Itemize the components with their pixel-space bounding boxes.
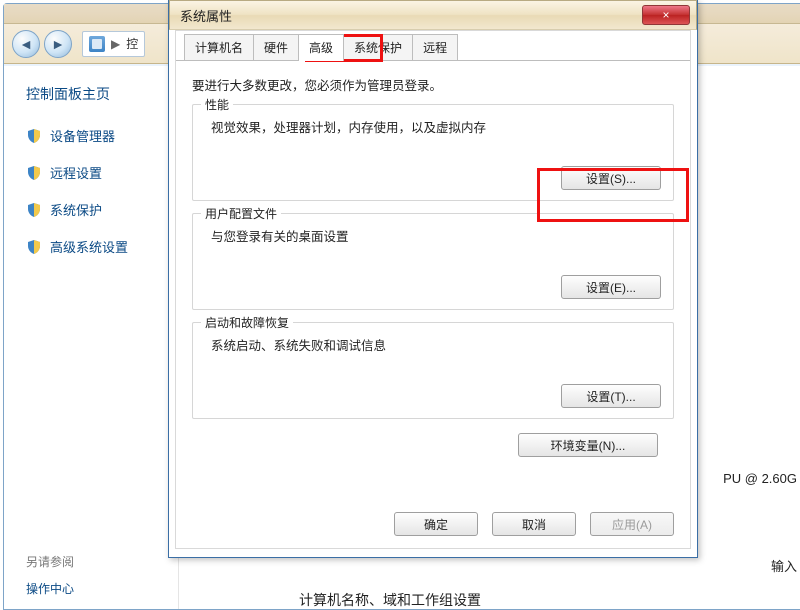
cancel-button[interactable]: 取消 (492, 512, 576, 536)
sidebar-item-device-manager[interactable]: 设备管理器 (26, 126, 166, 145)
tab-remote[interactable]: 远程 (412, 34, 458, 60)
sidebar-item-label: 远程设置 (50, 163, 102, 182)
tab-system-protection[interactable]: 系统保护 (343, 34, 413, 60)
tab-computer-name[interactable]: 计算机名 (184, 34, 254, 60)
section-title-computer-name: 计算机名称、域和工作组设置 (299, 590, 481, 610)
sidebar-footer-link[interactable]: 操作中心 (26, 582, 74, 596)
control-panel-icon (89, 36, 105, 52)
sidebar-footer-muted: 另请参阅 (26, 553, 74, 570)
breadcrumb[interactable]: ▶ 控 (82, 31, 145, 57)
sidebar: 控制面板主页 设备管理器 远程设置 系统保护 高级系统设置 另请参阅 操作中心 (4, 66, 179, 609)
dialog-button-row: 确定 取消 应用(A) (394, 512, 674, 536)
group-legend-performance: 性能 (201, 96, 233, 113)
shield-icon (26, 239, 42, 255)
group-performance: 性能 视觉效果，处理器计划，内存使用，以及虚拟内存 设置(S)... (192, 104, 674, 201)
group-desc-startup-recovery: 系统启动、系统失败和调试信息 (211, 335, 661, 354)
settings-button-startup-recovery[interactable]: 设置(T)... (561, 384, 661, 408)
ok-button[interactable]: 确定 (394, 512, 478, 536)
tab-page-advanced: 要进行大多数更改，您必须作为管理员登录。 性能 视觉效果，处理器计划，内存使用，… (176, 61, 690, 467)
tab-row: 计算机名 硬件 高级 系统保护 远程 (176, 31, 690, 61)
cpu-info-fragment: PU @ 2.60G (723, 471, 797, 486)
tab-hardware[interactable]: 硬件 (253, 34, 299, 60)
system-properties-dialog: 系统属性 × 计算机名 硬件 高级 系统保护 远程 要进行大多数更改，您必须作为… (168, 0, 698, 558)
sidebar-item-remote-settings[interactable]: 远程设置 (26, 163, 166, 182)
sidebar-item-label: 高级系统设置 (50, 237, 128, 256)
settings-button-user-profile[interactable]: 设置(E)... (561, 275, 661, 299)
sidebar-footer: 另请参阅 操作中心 (26, 553, 74, 597)
dialog-body: 计算机名 硬件 高级 系统保护 远程 要进行大多数更改，您必须作为管理员登录。 … (175, 30, 691, 549)
environment-variables-button[interactable]: 环境变量(N)... (518, 433, 658, 457)
tab-advanced[interactable]: 高级 (298, 34, 344, 61)
group-desc-user-profile: 与您登录有关的桌面设置 (211, 226, 661, 245)
input-fragment: 输入 (771, 556, 797, 575)
sidebar-item-system-protection[interactable]: 系统保护 (26, 200, 166, 219)
shield-icon (26, 128, 42, 144)
group-legend-user-profile: 用户配置文件 (201, 205, 281, 222)
close-icon: × (662, 8, 669, 22)
sidebar-item-label: 设备管理器 (50, 126, 115, 145)
group-desc-performance: 视觉效果，处理器计划，内存使用，以及虚拟内存 (211, 117, 661, 136)
group-legend-startup-recovery: 启动和故障恢复 (201, 314, 293, 331)
dialog-title: 系统属性 (180, 6, 232, 25)
settings-button-performance[interactable]: 设置(S)... (561, 166, 661, 190)
close-button[interactable]: × (642, 5, 690, 25)
sidebar-item-advanced-settings[interactable]: 高级系统设置 (26, 237, 166, 256)
sidebar-item-label: 系统保护 (50, 200, 102, 219)
back-button[interactable]: ◄ (12, 30, 40, 58)
shield-icon (26, 165, 42, 181)
shield-icon (26, 202, 42, 218)
chevron-right-icon: ▶ (111, 37, 120, 51)
forward-button[interactable]: ► (44, 30, 72, 58)
group-user-profile: 用户配置文件 与您登录有关的桌面设置 设置(E)... (192, 213, 674, 310)
admin-instruction: 要进行大多数更改，您必须作为管理员登录。 (192, 75, 674, 94)
apply-button: 应用(A) (590, 512, 674, 536)
dialog-titlebar[interactable]: 系统属性 × (169, 0, 697, 30)
sidebar-title: 控制面板主页 (26, 84, 166, 104)
breadcrumb-label: 控 (126, 35, 138, 52)
group-startup-recovery: 启动和故障恢复 系统启动、系统失败和调试信息 设置(T)... (192, 322, 674, 419)
